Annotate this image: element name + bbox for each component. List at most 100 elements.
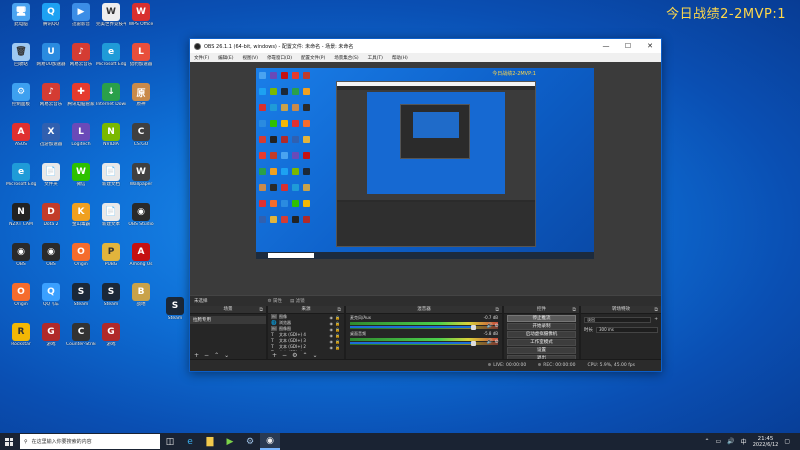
desktop-icon[interactable]: B 战地 [126, 283, 156, 307]
volume-icon[interactable]: 🔊 [727, 438, 734, 445]
desktop-icon[interactable]: 原原神 [126, 83, 156, 107]
input-language[interactable]: 中 [741, 437, 747, 446]
obs-window[interactable]: OBS 26.1.1 (64-bit, windows) - 配置文件: 未命名… [189, 38, 662, 372]
task-view-icon[interactable]: ◫ [160, 433, 180, 450]
desktop-icon[interactable]: O Origin [66, 243, 96, 267]
speaker-icon[interactable]: 🔊 [487, 339, 493, 345]
minimize-icon[interactable]: — [595, 39, 617, 53]
desktop-icon[interactable]: G 游戏 [36, 323, 66, 347]
desktop-icon[interactable]: e Microsoft Edge [6, 163, 36, 187]
desktop-icon[interactable]: S Steam [160, 297, 190, 321]
menu-file[interactable]: 文件(F) [194, 55, 209, 61]
desktop-icon[interactable]: S Steam [66, 283, 96, 307]
visibility-eye-icon[interactable]: ◉ [330, 345, 334, 350]
dock-float-icon[interactable]: ⧉ [572, 306, 576, 314]
desktop-icon[interactable]: C Counter-Strike [66, 323, 96, 347]
dock-float-icon[interactable]: ⧉ [259, 306, 263, 314]
obs-icon[interactable]: ◉ [260, 433, 280, 450]
speaker-icon[interactable]: 🔊 [487, 323, 493, 329]
lock-icon[interactable]: 🔒 [335, 333, 340, 338]
desktop-icon[interactable]: C CS:GO [126, 123, 156, 147]
menu-view[interactable]: 视图(V) [242, 55, 258, 61]
desktop-icon[interactable]: K 金山毒霸 [66, 203, 96, 227]
desktop-icon[interactable]: A ASUS [6, 123, 36, 147]
visibility-eye-icon[interactable]: ◉ [330, 339, 334, 344]
notification-icon[interactable]: ▢ [784, 438, 790, 445]
move-up-icon[interactable]: ⌃ [302, 352, 307, 359]
desktop-icon[interactable]: N NZXT CAM [6, 203, 36, 227]
start-recording-button[interactable]: 开始录制 [507, 323, 576, 330]
lock-icon[interactable]: 🔒 [335, 315, 340, 320]
desktop-icon[interactable]: Q QQ飞车 [36, 283, 66, 307]
filters-button[interactable]: ▤ 滤镜 [290, 298, 305, 304]
menu-edit[interactable]: 编辑(E) [218, 55, 233, 61]
lock-icon[interactable]: 🔒 [335, 327, 340, 332]
desktop-icon[interactable]: ↓Internet Download [96, 83, 126, 107]
network-icon[interactable]: ▭ [716, 438, 722, 445]
visibility-eye-icon[interactable]: ◉ [330, 333, 334, 338]
settings-button[interactable]: 设置 [507, 347, 576, 354]
desktop-icon[interactable]: N NVIDIA [96, 123, 126, 147]
steam-icon[interactable]: ⚙ [240, 433, 260, 450]
volume-slider-handle[interactable] [471, 340, 476, 346]
close-icon[interactable]: ✕ [639, 39, 661, 53]
desktop-icon[interactable]: G 游戏 [96, 323, 126, 347]
desktop-icon[interactable]: W完美世界竞技平台 [96, 3, 126, 27]
edge-icon[interactable]: e [180, 433, 200, 450]
menu-tools[interactable]: 工具(T) [368, 55, 383, 61]
visibility-eye-icon[interactable]: ◉ [330, 315, 334, 320]
desktop-icon[interactable]: ♪ 网易云音乐 [36, 83, 66, 107]
move-down-icon[interactable]: ⌄ [312, 352, 317, 359]
lock-icon[interactable]: 🔒 [335, 339, 340, 344]
taskbar-search[interactable]: ⚲ 在这里输入你要搜索的内容 [20, 434, 160, 449]
desktop-icon[interactable]: 🗑 回收站 [6, 43, 36, 67]
clock[interactable]: 21:45 2022/6/12 [753, 436, 779, 448]
desktop-icon[interactable]: 📄 新建文本 [96, 203, 126, 227]
dock-float-icon[interactable]: ⧉ [337, 306, 341, 314]
dock-float-icon[interactable]: ⧉ [495, 306, 499, 314]
tray-chevron-icon[interactable]: ⌃ [704, 438, 709, 445]
desktop-icon[interactable]: W WPS Office [126, 3, 156, 27]
desktop-icon[interactable]: R Rockstar [6, 323, 36, 347]
desktop-icon[interactable]: 📄 新建文档 [96, 163, 126, 187]
desktop-icon[interactable]: ▶ 迅雷影音 [66, 3, 96, 27]
add-icon[interactable]: + [194, 352, 199, 359]
remove-icon[interactable]: − [204, 352, 209, 359]
scene-item[interactable]: 拉胯专用 [190, 316, 266, 324]
desktop-icon[interactable]: ⚙ 控制面板 [6, 83, 36, 107]
visibility-eye-icon[interactable]: ◉ [330, 327, 334, 332]
desktop-icon[interactable]: ◉ OBS [6, 243, 36, 267]
volume-slider-handle[interactable] [471, 324, 476, 330]
lock-icon[interactable]: 🔒 [335, 321, 340, 326]
media-icon[interactable]: ▶ [220, 433, 240, 450]
desktop-icon[interactable]: Q 腾讯QQ [36, 3, 66, 27]
desktop-icon[interactable]: L Logitech [66, 123, 96, 147]
desktop-icon[interactable]: U 网易UU加速器 [36, 43, 66, 67]
desktop-icon[interactable]: W Wallpaper [126, 163, 156, 187]
stop-streaming-button[interactable]: 停止推流 [507, 315, 576, 322]
desktop-icon[interactable]: S Steam [96, 283, 126, 307]
menu-profile[interactable]: 配置文件(P) [301, 55, 325, 61]
desktop-icon[interactable]: ✚ 腾讯电脑管家 [66, 83, 96, 107]
desktop-icon[interactable]: O Origin [6, 283, 36, 307]
preview-canvas[interactable]: 今日战绩2-2MVP:1 [256, 68, 594, 259]
menu-scene-collection[interactable]: 场景集合(S) [334, 55, 358, 61]
desktop-icon[interactable]: W 微信 [66, 163, 96, 187]
desktop-icon[interactable]: X 迅游加速器 [36, 123, 66, 147]
dock-float-icon[interactable]: ⧉ [654, 306, 658, 314]
properties-button[interactable]: ⚙ 属性 [268, 298, 282, 304]
desktop-icon[interactable]: A Among Us [126, 243, 156, 267]
gear-icon[interactable]: ⚙ [495, 323, 499, 329]
desktop-icon[interactable]: e Microsoft Edge [96, 43, 126, 67]
volume-slider[interactable] [350, 340, 476, 346]
desktop-icon[interactable]: 🖥 此电脑 [6, 3, 36, 27]
maximize-icon[interactable]: ☐ [617, 39, 639, 53]
desktop-icon[interactable]: ◉ OBS Studio [126, 203, 156, 227]
desktop-icon[interactable]: L 猎豹加速器 [126, 43, 156, 67]
explorer-icon[interactable]: ▇ [200, 433, 220, 450]
move-up-icon[interactable]: ⌃ [214, 352, 219, 359]
virtual-camera-button[interactable]: 启动虚拟摄像机 [507, 331, 576, 338]
gear-icon[interactable]: ⚙ [495, 339, 499, 345]
desktop-icon[interactable]: ♪ 网易云音乐 [66, 43, 96, 67]
gear-icon[interactable]: ⚙ [292, 352, 297, 359]
